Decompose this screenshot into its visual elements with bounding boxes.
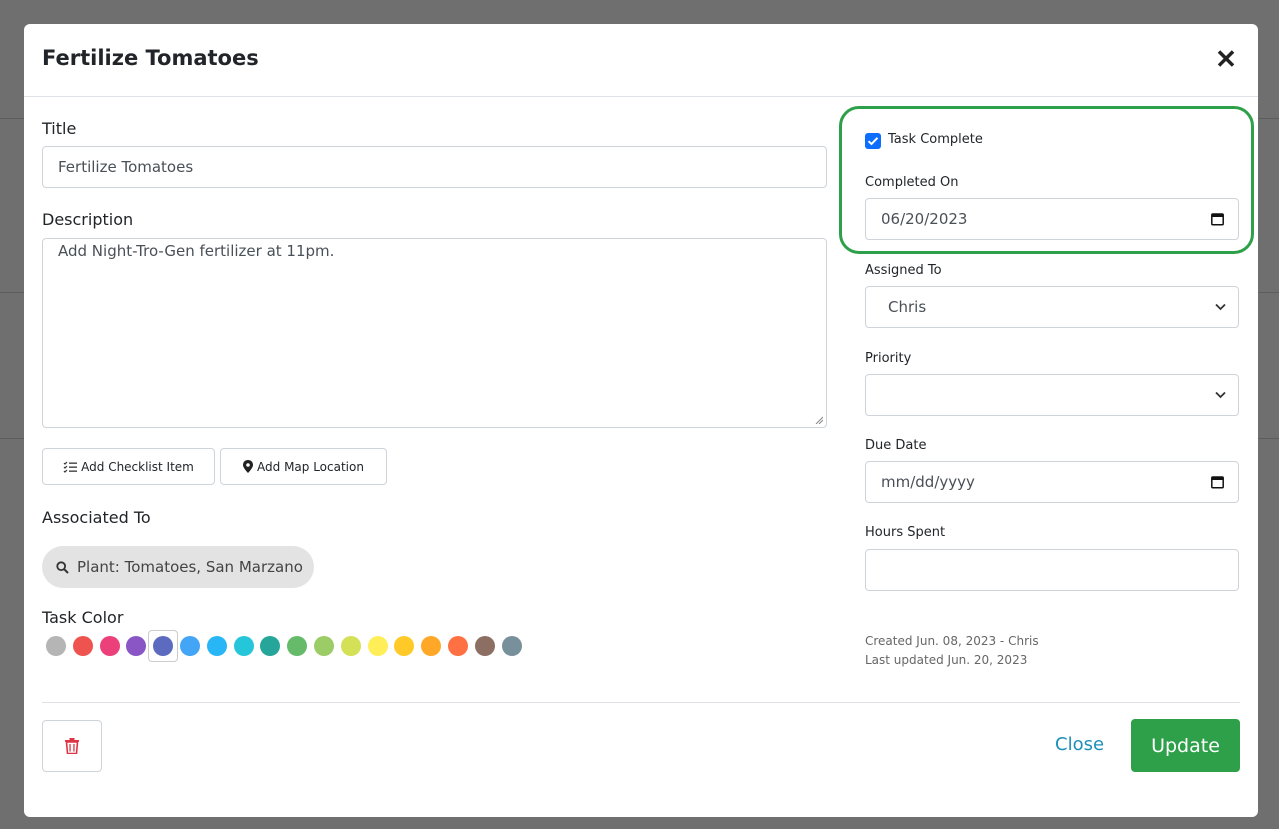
title-input[interactable]: Fertilize Tomatoes (42, 146, 827, 188)
calendar-icon[interactable] (1211, 213, 1224, 226)
associated-to-label: Associated To (42, 508, 151, 527)
chevron-down-icon (1215, 391, 1226, 399)
backdrop-divider (1258, 438, 1279, 439)
chevron-down-icon (1215, 303, 1226, 311)
assigned-to-label: Assigned To (865, 263, 942, 278)
color-swatch[interactable] (501, 636, 522, 656)
hours-spent-input[interactable] (865, 549, 1239, 591)
task-complete-checkbox[interactable] (865, 133, 881, 149)
backdrop-divider (0, 292, 24, 293)
add-checklist-label: Add Checklist Item (81, 459, 194, 474)
task-complete-label: Task Complete (888, 132, 983, 147)
footer-divider (42, 702, 1240, 703)
due-date-label: Due Date (865, 438, 927, 453)
add-map-location-label: Add Map Location (257, 459, 364, 474)
updated-text: Last updated Jun. 20, 2023 (865, 653, 1028, 667)
modal-header: Fertilize Tomatoes ✕ (24, 24, 1258, 97)
color-swatch[interactable] (72, 636, 93, 656)
calendar-icon[interactable] (1211, 476, 1224, 489)
color-swatch[interactable] (46, 636, 66, 656)
color-swatch[interactable] (448, 636, 468, 656)
trash-icon (65, 738, 79, 754)
checklist-icon (63, 461, 78, 473)
description-label: Description (42, 210, 134, 229)
created-text: Created Jun. 08, 2023 - Chris (865, 634, 1039, 648)
associated-value: Plant: Tomatoes, San Marzano (77, 558, 303, 576)
completed-on-date-input[interactable]: 06/20/2023 (865, 198, 1239, 240)
add-map-location-button[interactable]: Add Map Location (220, 448, 387, 485)
close-icon[interactable]: ✕ (1211, 44, 1241, 74)
color-swatch[interactable] (287, 636, 308, 656)
color-swatch[interactable] (314, 636, 334, 656)
title-value: Fertilize Tomatoes (58, 158, 194, 176)
backdrop-divider (1258, 292, 1279, 293)
due-date-input[interactable]: mm/dd/yyyy (865, 461, 1239, 503)
backdrop-divider (0, 118, 24, 119)
search-icon (56, 560, 69, 574)
color-swatch[interactable] (394, 636, 415, 656)
associated-search-pill[interactable]: Plant: Tomatoes, San Marzano (42, 546, 314, 588)
task-color-label: Task Color (42, 608, 124, 627)
completed-on-label: Completed On (865, 175, 959, 190)
color-swatch[interactable] (421, 636, 442, 656)
hours-spent-label: Hours Spent (865, 525, 946, 540)
color-swatch[interactable] (99, 636, 120, 656)
delete-button[interactable] (42, 720, 102, 772)
color-swatch[interactable] (260, 636, 281, 656)
backdrop-divider (1258, 118, 1279, 119)
checkmark-icon (867, 137, 879, 146)
completed-on-value: 06/20/2023 (881, 210, 968, 228)
color-swatch[interactable] (233, 636, 254, 656)
color-swatch[interactable] (340, 636, 361, 656)
color-swatch[interactable] (474, 636, 495, 656)
color-swatch[interactable] (206, 636, 227, 656)
assigned-to-select[interactable]: Chris (865, 286, 1239, 328)
color-swatch[interactable] (367, 636, 388, 656)
color-swatch[interactable] (126, 636, 147, 656)
assigned-to-value: Chris (888, 298, 927, 316)
priority-select[interactable] (865, 374, 1239, 416)
description-textarea[interactable]: Add Night-Tro-Gen fertilizer at 11pm. (42, 238, 827, 428)
resize-handle-icon[interactable] (815, 416, 823, 424)
due-date-placeholder: mm/dd/yyyy (881, 473, 975, 491)
task-modal: Fertilize Tomatoes ✕ Title Fertilize Tom… (24, 24, 1258, 817)
modal-title: Fertilize Tomatoes (42, 46, 259, 70)
add-checklist-button[interactable]: Add Checklist Item (42, 448, 215, 485)
priority-label: Priority (865, 351, 912, 366)
color-swatch[interactable] (180, 636, 200, 656)
backdrop-divider (0, 438, 24, 439)
close-button[interactable]: Close (1055, 734, 1104, 755)
description-value: Add Night-Tro-Gen fertilizer at 11pm. (58, 242, 335, 260)
title-label: Title (42, 119, 77, 138)
map-marker-icon (243, 460, 254, 473)
update-button[interactable]: Update (1131, 719, 1240, 772)
